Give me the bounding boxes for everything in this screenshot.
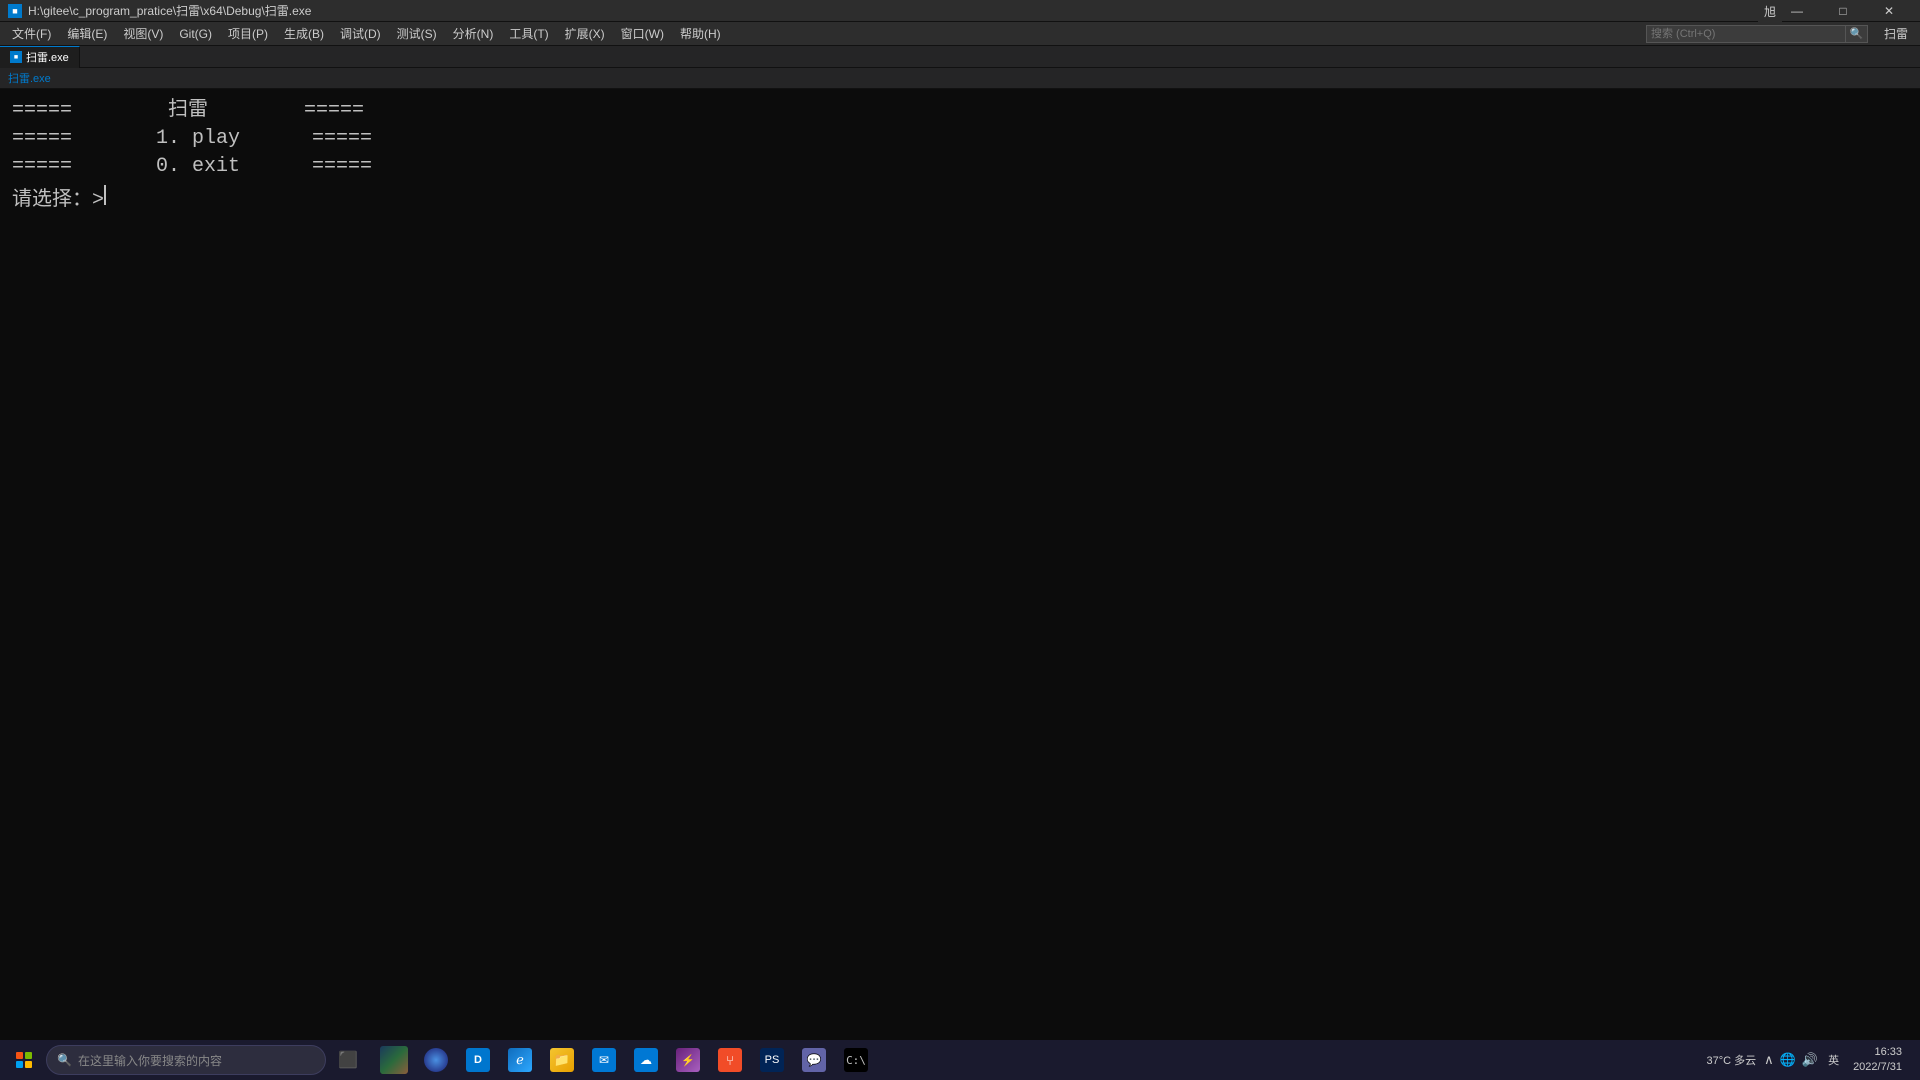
taskbar-app-vs[interactable]: ⚡ [668,1040,708,1080]
terminal-line-2: ===== 1. play ===== [12,125,1908,153]
taskbar-app-edge[interactable]: ℯ [500,1040,540,1080]
titlebar-controls: — □ ✕ [1774,0,1912,22]
taskbar-taskview[interactable]: ⬛ [328,1040,368,1080]
main-area: 扫雷.exe ===== 扫雷 ===== ===== 1. play ====… [0,68,1920,1040]
git-icon: ⑂ [718,1048,742,1072]
tab-label: 扫雷.exe [26,49,69,65]
titlebar: ■ H:\gitee\c_program_pratice\扫雷\x64\Debu… [0,0,1920,22]
explorer-icon: 📁 [550,1048,574,1072]
taskbar-app-git[interactable]: ⑂ [710,1040,750,1080]
tray-icons: ∧ 🌐 🔊 英 [1764,1050,1843,1070]
tab-exe[interactable]: ■ 扫雷.exe [0,46,80,68]
terminal-line-3: ===== 0. exit ===== [12,153,1908,181]
terminal-cursor [104,185,106,205]
start-button[interactable] [4,1040,44,1080]
mail-icon: ✉ [592,1048,616,1072]
taskbar-app-terminal[interactable]: PS [752,1040,792,1080]
cmd-icon: C:\ [844,1048,868,1072]
search-button[interactable]: 🔍 [1846,25,1868,43]
tray-network[interactable]: 🌐 [1780,1052,1796,1068]
vscode-user-label: 旭 [1758,1,1782,22]
menubar: 文件(F) 编辑(E) 视图(V) Git(G) 项目(P) 生成(B) 调试(… [0,22,1920,46]
taskbar-app-dell[interactable]: D [458,1040,498,1080]
taskbar-app-mail[interactable]: ✉ [584,1040,624,1080]
taskbar-app-scene[interactable] [374,1040,414,1080]
edge-icon: ℯ [508,1048,532,1072]
taskbar-clock[interactable]: 16:33 2022/7/31 [1847,1043,1908,1078]
taskbar-search-placeholder: 在这里输入你要搜索的内容 [78,1052,222,1069]
tray-expand[interactable]: ∧ [1764,1052,1774,1068]
tray-ime[interactable]: 英 [1824,1050,1843,1070]
terminal-text-1: ===== 扫雷 ===== [12,97,364,125]
terminal-icon: PS [760,1048,784,1072]
terminal-prompt: 请选择：> [12,187,104,215]
titlebar-title: H:\gitee\c_program_pratice\扫雷\x64\Debug\… [28,2,311,19]
terminal-text-3: ===== 0. exit ===== [12,153,372,181]
taskbar-tray: 37°C 多云 ∧ 🌐 🔊 英 16:33 2022/7/31 [1703,1043,1916,1078]
menu-analyze[interactable]: 分析(N) [445,22,502,46]
taskbar-search[interactable]: 🔍 在这里输入你要搜索的内容 [46,1045,326,1075]
menu-test[interactable]: 测试(S) [389,22,445,46]
tray-speaker[interactable]: 🔊 [1802,1052,1818,1068]
vs-icon: ⚡ [676,1048,700,1072]
titlebar-left: ■ H:\gitee\c_program_pratice\扫雷\x64\Debu… [8,2,311,19]
start-icon [16,1052,32,1068]
taskbar-app-chat[interactable]: 💬 [794,1040,834,1080]
clock-date: 2022/7/31 [1853,1060,1902,1075]
taskbar-app-cortana[interactable] [416,1040,456,1080]
menu-view[interactable]: 视图(V) [115,22,171,46]
terminal-prompt-line: 请选择：> [12,185,1908,215]
tab-icon: ■ [10,51,22,63]
app-icon: ■ [8,4,22,18]
taskbar-app-onedrive[interactable]: ☁ [626,1040,666,1080]
menu-git[interactable]: Git(G) [171,22,220,46]
menu-project[interactable]: 项目(P) [220,22,276,46]
clock-time: 16:33 [1853,1045,1902,1060]
menu-tools[interactable]: 工具(T) [501,22,556,46]
terminal-line-1: ===== 扫雷 ===== [12,97,1908,125]
menu-help[interactable]: 帮助(H) [672,22,729,46]
tray-weather[interactable]: 37°C 多云 [1703,1050,1761,1070]
taskbar-apps: D ℯ 📁 ✉ ☁ ⚡ ⑂ PS 💬 [374,1040,876,1080]
chat-icon: 💬 [802,1048,826,1072]
taskbar-app-explorer[interactable]: 📁 [542,1040,582,1080]
menu-extensions[interactable]: 扩展(X) [557,22,613,46]
menu-window[interactable]: 窗口(W) [613,22,672,46]
terminal-text-2: ===== 1. play ===== [12,125,372,153]
search-input[interactable] [1646,25,1846,43]
scene-icon [380,1046,408,1074]
maximize-button[interactable]: □ [1820,0,1866,22]
taskbar: 🔍 在这里输入你要搜索的内容 ⬛ D ℯ 📁 ✉ ☁ [0,1040,1920,1080]
menu-debug[interactable]: 调试(D) [332,22,389,46]
inner-tab-active[interactable]: 扫雷.exe [8,70,51,86]
onedrive-icon: ☁ [634,1048,658,1072]
taskbar-app-cmd[interactable]: C:\ [836,1040,876,1080]
tabbar: ■ 扫雷.exe [0,46,1920,68]
taskview-icon: ⬛ [336,1048,360,1072]
inner-tabbar: 扫雷.exe [0,68,1920,89]
terminal-output[interactable]: ===== 扫雷 ===== ===== 1. play ===== =====… [0,89,1920,1040]
cortana-icon [424,1048,448,1072]
menu-build[interactable]: 生成(B) [276,22,332,46]
search-area: 🔍 [1646,25,1868,43]
close-button[interactable]: ✕ [1866,0,1912,22]
menu-scanmine[interactable]: 扫雷 [1876,22,1916,46]
menu-edit[interactable]: 编辑(E) [59,22,115,46]
dell-icon: D [466,1048,490,1072]
menu-file[interactable]: 文件(F) [4,22,59,46]
taskbar-search-icon: 🔍 [57,1053,72,1067]
